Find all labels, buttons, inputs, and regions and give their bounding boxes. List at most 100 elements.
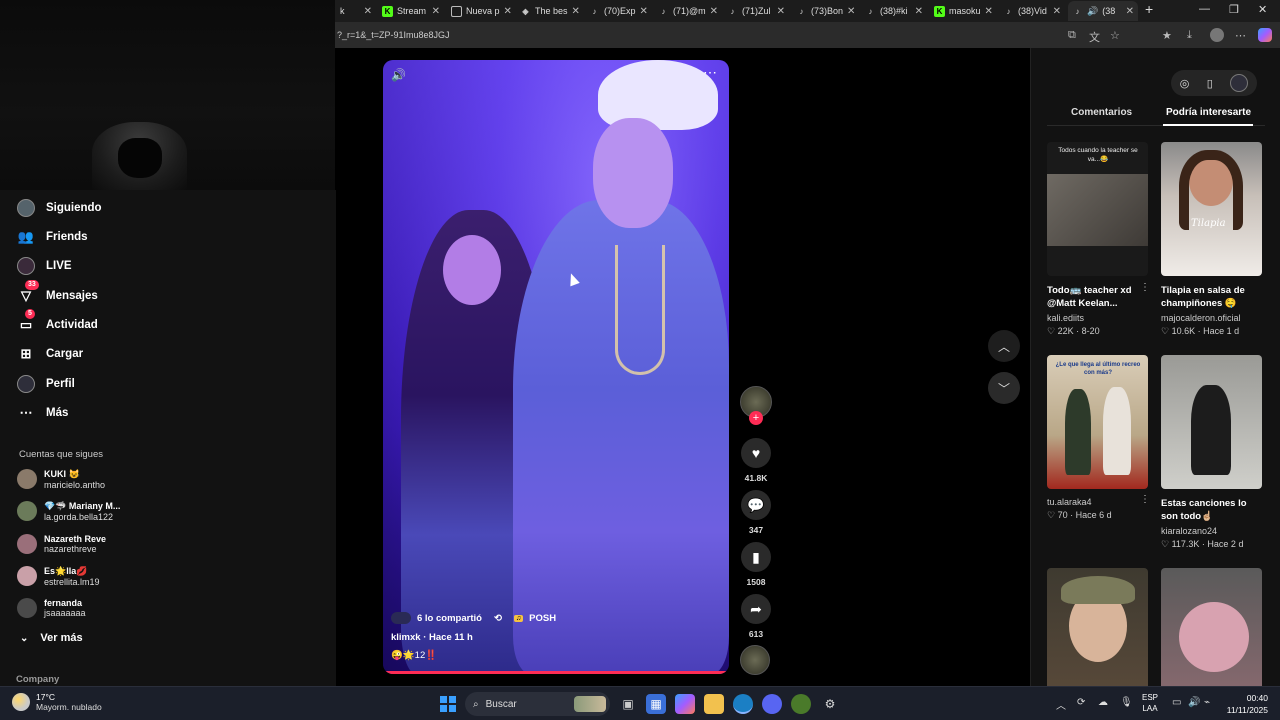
nav-siguiendo[interactable]: Siguiendo xyxy=(16,197,102,219)
like-button[interactable]: ♥ 41.8K xyxy=(739,438,773,483)
settings-gear-icon[interactable]: ⚙ xyxy=(820,694,840,714)
suggested-video-card[interactable]: Estas canciones lo son todo☝🏼 kiaralozan… xyxy=(1161,355,1262,550)
browser-tab[interactable]: ♪ (38)#ki ✕ xyxy=(861,1,927,21)
card-user[interactable]: kiaralozano24 xyxy=(1161,526,1262,536)
card-user[interactable]: majocalderon.oficial xyxy=(1161,313,1262,323)
close-icon[interactable]: ✕ xyxy=(572,6,580,17)
start-button[interactable] xyxy=(440,696,456,712)
video-thumbnail[interactable]: Todos cuando la teacher se va...😂 xyxy=(1047,142,1148,276)
nav-mensajes[interactable]: ▽ 33 Mensajes xyxy=(16,280,98,307)
discord-icon[interactable] xyxy=(762,694,782,714)
video-thumbnail[interactable]: Tilapia xyxy=(1161,142,1262,276)
browser-tab[interactable]: ♪ (71)@m ✕ xyxy=(654,1,720,21)
followed-account[interactable]: Nazareth Reve nazarethreve xyxy=(17,530,106,558)
browser-menu-icon[interactable]: ⋯ xyxy=(1235,29,1246,42)
battery-icon[interactable]: ⌁ xyxy=(1204,697,1210,708)
browser-tab[interactable]: ♪ (73)Bon ✕ xyxy=(792,1,858,21)
language-indicator[interactable]: ESP LAA xyxy=(1142,692,1158,714)
close-icon[interactable]: ✕ xyxy=(847,6,855,17)
suggested-video-card[interactable]: Tilapia Tilapia en salsa de champiñones … xyxy=(1161,142,1262,337)
video-thumbnail[interactable]: ¿Le que llega al último recreo con más? xyxy=(1047,355,1148,489)
browser-tab-active[interactable]: ♪ 🔊 (38 ✕ xyxy=(1068,1,1138,21)
nav-mas[interactable]: ⋯ Más xyxy=(16,402,69,424)
card-menu-icon[interactable]: ⋮ xyxy=(1140,282,1150,293)
nav-perfil[interactable]: Perfil xyxy=(16,373,75,395)
suggested-video-card[interactable]: ¿Le que llega al último recreo con más? … xyxy=(1047,355,1150,521)
close-icon[interactable]: ✕ xyxy=(364,6,372,17)
see-more-button[interactable]: ⌄ Ver más xyxy=(20,627,83,649)
browser-tab[interactable]: ♪ (38)Vid ✕ xyxy=(999,1,1065,21)
close-icon[interactable]: ✕ xyxy=(915,6,923,17)
tab-comentarios[interactable]: Comentarios xyxy=(1071,107,1132,118)
video-thumbnail[interactable] xyxy=(1161,355,1262,489)
browser-tab[interactable]: ♪ (71)Zul ✕ xyxy=(723,1,789,21)
video-player[interactable]: 🔊 ⋯ 6 lo compartió ⟲ ♫ POSH klimxk · Hac… xyxy=(383,60,729,674)
downloads-icon[interactable]: ⤓ xyxy=(1187,29,1192,42)
comment-button[interactable]: 💬 347 xyxy=(739,490,773,535)
nav-friends[interactable]: 👥 Friends xyxy=(16,226,88,248)
save-button[interactable]: ▮ 1508 xyxy=(739,542,773,587)
close-icon[interactable]: ✕ xyxy=(710,6,718,17)
next-video-button[interactable]: ﹀ xyxy=(988,372,1020,404)
tray-chevron-icon[interactable]: ︿ xyxy=(1056,697,1066,712)
browser-tab[interactable]: k ✕ xyxy=(336,1,376,21)
close-icon[interactable]: ✕ xyxy=(985,6,993,17)
close-icon[interactable]: ✕ xyxy=(432,6,440,17)
close-icon[interactable]: ✕ xyxy=(777,6,785,17)
copilot-icon[interactable] xyxy=(1258,28,1272,42)
followed-account[interactable]: Es🌟lla💋 estrellita.lm19 xyxy=(17,562,100,590)
close-icon[interactable]: ✕ xyxy=(504,6,512,17)
volume-icon[interactable]: 🔊 xyxy=(391,68,406,82)
app-icon[interactable] xyxy=(791,694,811,714)
browser-tab[interactable]: ◈ The bes ✕ xyxy=(516,1,582,21)
progress-bar[interactable] xyxy=(383,671,726,674)
minimize-icon[interactable]: — xyxy=(1199,3,1210,15)
nav-live[interactable]: LIVE xyxy=(16,255,72,277)
speaker-icon[interactable]: 🔊 xyxy=(1087,6,1098,17)
suggested-video-card[interactable] xyxy=(1047,568,1148,686)
store-icon[interactable]: ▦ xyxy=(646,694,666,714)
card-menu-icon[interactable]: ⋮ xyxy=(1140,494,1150,505)
company-link[interactable]: Company xyxy=(16,674,59,685)
browser-tab[interactable]: ♪ (70)Exp ✕ xyxy=(585,1,651,21)
followed-account[interactable]: 💎🦈 Mariany M... la.gorda.bella122 xyxy=(17,497,120,525)
card-user[interactable]: kali.ediits xyxy=(1047,313,1148,323)
weather-widget[interactable]: 17°C Mayorm. nublado xyxy=(12,692,102,712)
browser-profile-icon[interactable] xyxy=(1210,28,1224,42)
url-field[interactable]: ?_r=1&_t=ZP-91Imu8e8JGJ xyxy=(337,30,450,40)
previous-video-button[interactable]: ︿ xyxy=(988,330,1020,362)
volume-tray-icon[interactable]: 🔊 xyxy=(1188,697,1200,708)
follow-plus-icon[interactable]: + xyxy=(749,411,763,425)
microphone-icon[interactable]: 🎙 xyxy=(1120,697,1133,708)
sound-disc-avatar[interactable] xyxy=(740,645,770,675)
device-icon[interactable]: ▯ xyxy=(1207,77,1213,90)
browser-tab[interactable]: K Stream ✕ xyxy=(378,1,444,21)
nav-actividad[interactable]: ▭ 5 Actividad xyxy=(16,309,98,336)
clock[interactable]: 00:40 11/11/2025 xyxy=(1218,692,1268,716)
onedrive-icon[interactable]: ☁ xyxy=(1098,697,1108,708)
share-button[interactable]: ➦ 613 xyxy=(739,594,773,639)
suggested-video-card[interactable] xyxy=(1161,568,1262,686)
video-thumbnail[interactable] xyxy=(1161,568,1262,686)
open-in-app-icon[interactable]: ⧉ xyxy=(1068,29,1076,42)
close-icon[interactable]: ✕ xyxy=(1053,6,1061,17)
sound-label[interactable]: POSH xyxy=(529,613,556,624)
close-icon[interactable]: ✕ xyxy=(640,6,648,17)
edge-icon[interactable] xyxy=(733,694,753,714)
close-icon[interactable]: ✕ xyxy=(1126,6,1134,17)
followed-account[interactable]: KUKI 😺 maricielo.antho xyxy=(17,465,105,493)
sync-icon[interactable]: ⟳ xyxy=(1077,697,1085,708)
browser-tab[interactable]: Nueva p ✕ xyxy=(447,1,513,21)
taskbar-search[interactable]: ⌕ Buscar xyxy=(465,692,610,716)
window-close-icon[interactable]: ✕ xyxy=(1258,3,1267,16)
translate-icon[interactable]: 文 xyxy=(1089,29,1100,45)
user-avatar[interactable] xyxy=(1230,74,1249,92)
file-explorer-icon[interactable] xyxy=(704,694,724,714)
video-thumbnail[interactable] xyxy=(1047,568,1148,686)
copilot-taskbar-icon[interactable] xyxy=(675,694,695,714)
video-options-icon[interactable]: ⋯ xyxy=(703,64,717,81)
suggested-video-card[interactable]: Todos cuando la teacher se va...😂 Todo🚌 … xyxy=(1047,142,1150,337)
new-tab-icon[interactable]: + xyxy=(1145,1,1153,17)
favorites-icon[interactable]: ★ xyxy=(1162,29,1172,42)
followed-account[interactable]: fernanda jsaaaaaaa xyxy=(17,594,86,622)
